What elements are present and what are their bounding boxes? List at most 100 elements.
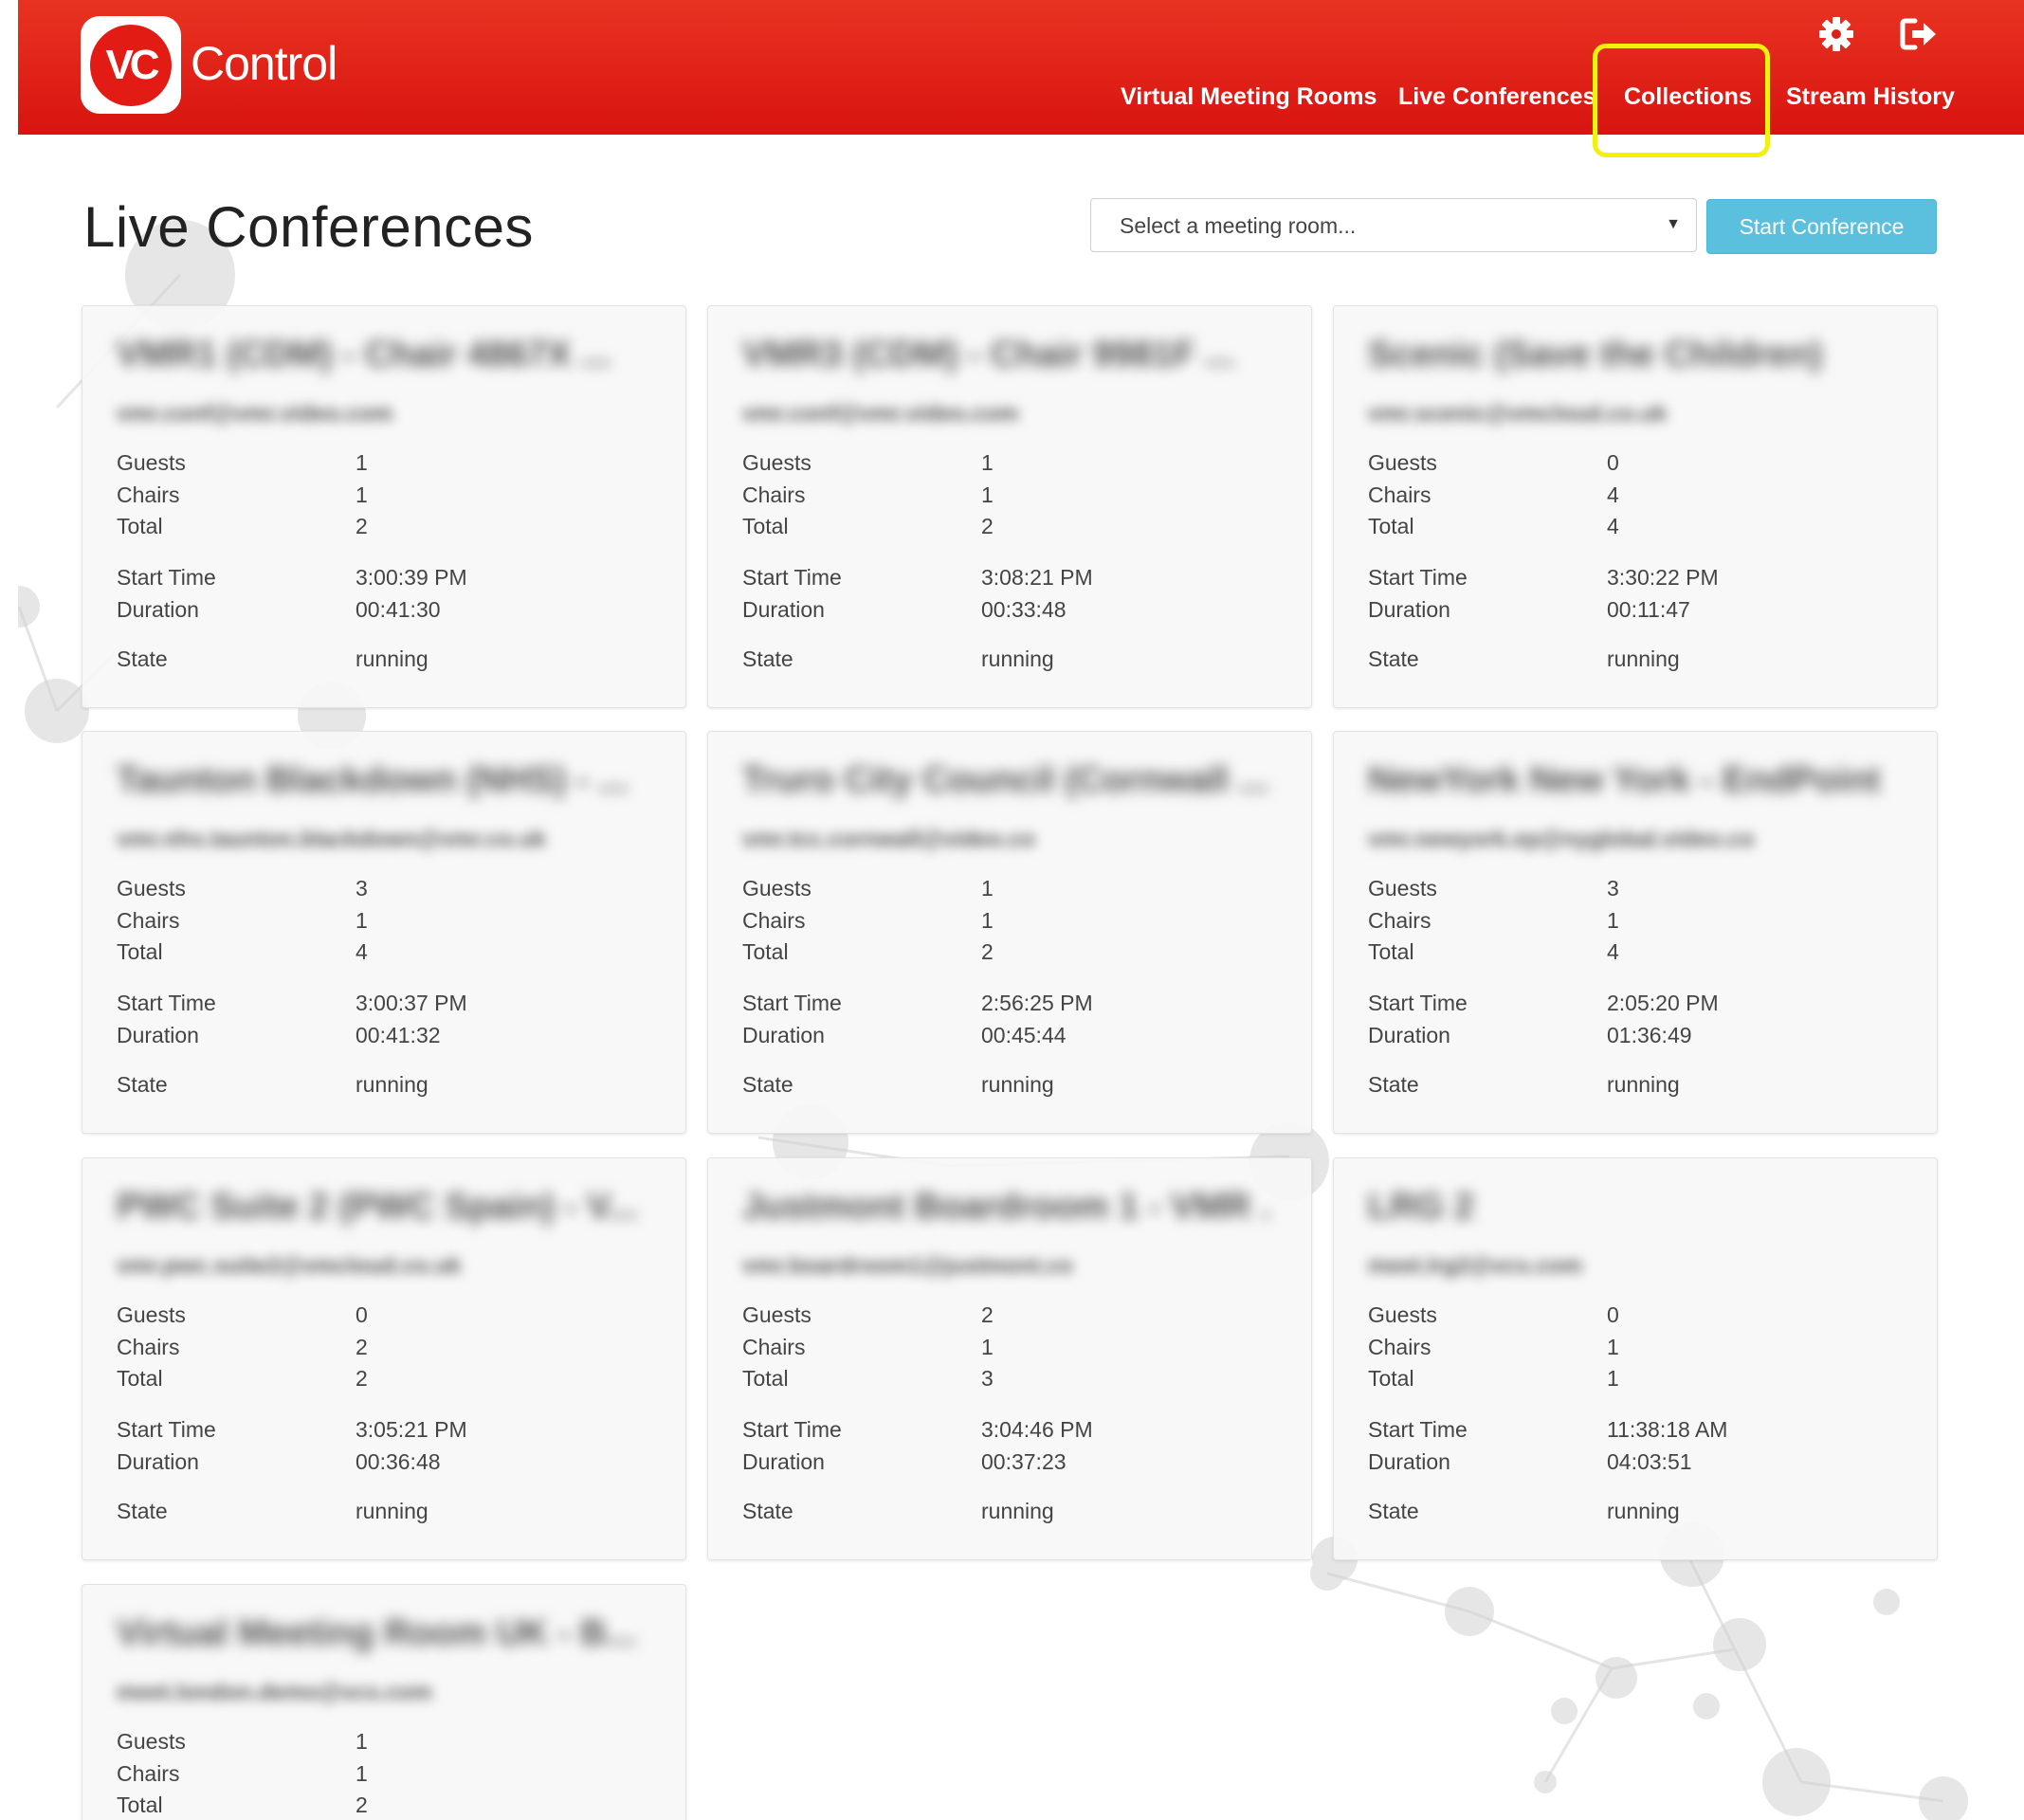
conference-title: NewYork New York - EndPoint	[1368, 760, 1881, 800]
total-value: 2	[356, 514, 368, 538]
state-label: State	[117, 1499, 168, 1523]
start-time-value: 3:00:37 PM	[356, 991, 467, 1015]
conference-address: vmr.newyork.ep@nyglobal.video.co	[1368, 827, 1755, 852]
conference-card[interactable]: Virtual Meeting Room UK - B... meet.lond…	[82, 1584, 686, 1820]
duration-value: 00:41:30	[356, 597, 441, 622]
guests-value: 3	[1607, 876, 1619, 901]
state-value: running	[1607, 646, 1680, 671]
select-placeholder: Select a meeting room...	[1120, 213, 1357, 238]
conference-address: vmr.nhs.taunton.blackdown@vmr.co.uk	[117, 827, 546, 852]
total-label: Total	[742, 514, 789, 538]
start-time-label: Start Time	[1368, 565, 1468, 590]
total-value: 1	[1607, 1366, 1619, 1391]
start-time-label: Start Time	[1368, 991, 1468, 1015]
collections-highlight-box	[1593, 44, 1770, 157]
conference-card[interactable]: PWC Suite 2 (PWC Spain) - V... vmr.pwc.s…	[82, 1157, 686, 1560]
start-time-label: Start Time	[742, 565, 842, 590]
conference-title: Scenic (Save the Children)	[1368, 335, 1823, 374]
state-label: State	[1368, 646, 1419, 671]
conference-address: meet.london.demo@vcs.com	[117, 1680, 432, 1705]
meeting-room-select[interactable]: Select a meeting room... ▼	[1090, 198, 1697, 252]
start-time-value: 2:56:25 PM	[981, 991, 1093, 1015]
conference-address: vmr.boardroom1@justmont.co	[742, 1253, 1073, 1279]
total-label: Total	[1368, 1366, 1414, 1391]
guests-label: Guests	[117, 1729, 186, 1754]
guests-value: 1	[981, 450, 994, 475]
duration-label: Duration	[1368, 1023, 1450, 1047]
chairs-value: 1	[981, 482, 994, 507]
total-label: Total	[1368, 514, 1414, 538]
left-margin	[0, 0, 18, 1820]
start-conference-button[interactable]: Start Conference	[1706, 199, 1937, 254]
conference-card[interactable]: NewYork New York - EndPoint vmr.newyork.…	[1333, 731, 1938, 1134]
logo-mark: VC	[90, 25, 172, 106]
duration-label: Duration	[117, 597, 199, 622]
total-value: 2	[356, 1366, 368, 1391]
state-label: State	[742, 646, 793, 671]
logout-icon[interactable]	[1900, 15, 1938, 53]
state-label: State	[117, 646, 168, 671]
conference-title: VMR3 (CDM) - Chair 9981F ...	[742, 335, 1235, 374]
total-value: 2	[356, 1793, 368, 1817]
duration-label: Duration	[742, 1449, 825, 1474]
nav-stream-history[interactable]: Stream History	[1786, 83, 1955, 111]
duration-label: Duration	[742, 597, 825, 622]
total-label: Total	[117, 939, 163, 964]
chairs-label: Chairs	[742, 1335, 806, 1359]
duration-label: Duration	[742, 1023, 825, 1047]
chevron-down-icon: ▼	[1666, 216, 1681, 232]
state-value: running	[981, 1499, 1054, 1523]
state-label: State	[742, 1072, 793, 1097]
guests-label: Guests	[1368, 450, 1437, 475]
app-logo[interactable]: VC	[81, 16, 181, 114]
conference-title: Virtual Meeting Room UK - B...	[117, 1613, 637, 1653]
state-value: running	[1607, 1499, 1680, 1523]
duration-value: 00:36:48	[356, 1449, 441, 1474]
total-label: Total	[117, 1793, 163, 1817]
chairs-value: 1	[356, 908, 368, 933]
chairs-label: Chairs	[117, 482, 180, 507]
guests-label: Guests	[742, 876, 811, 901]
guests-label: Guests	[742, 1302, 811, 1327]
total-label: Total	[742, 939, 789, 964]
chairs-value: 1	[981, 1335, 994, 1359]
chairs-value: 2	[356, 1335, 368, 1359]
gear-icon[interactable]	[1817, 15, 1855, 53]
start-time-value: 3:30:22 PM	[1607, 565, 1719, 590]
duration-label: Duration	[117, 1449, 199, 1474]
guests-label: Guests	[117, 1302, 186, 1327]
conference-title: VMR1 (CDM) - Chair 4867X ...	[117, 335, 611, 374]
conference-card[interactable]: Scenic (Save the Children) vmr.scenic@vm…	[1333, 305, 1938, 708]
total-value: 2	[981, 939, 994, 964]
total-value: 4	[356, 939, 368, 964]
nav-virtual-meeting-rooms[interactable]: Virtual Meeting Rooms	[1121, 83, 1377, 111]
conference-address: vmr.scenic@vmcloud.co.uk	[1368, 401, 1668, 427]
conference-card[interactable]: VMR3 (CDM) - Chair 9981F ... vmr.conf@vm…	[707, 305, 1312, 708]
start-time-label: Start Time	[117, 1417, 216, 1442]
nav-live-conferences[interactable]: Live Conferences	[1398, 83, 1595, 111]
guests-value: 0	[1607, 450, 1619, 475]
conference-card[interactable]: Justmont Boardroom 1 - VMR ... vmr.board…	[707, 1157, 1312, 1560]
conference-address: vmr.pwc.suite2@vmcloud.co.uk	[117, 1253, 462, 1279]
duration-value: 00:41:32	[356, 1023, 441, 1047]
state-value: running	[356, 646, 429, 671]
conference-address: vmr.conf@vmr.video.com	[742, 401, 1019, 427]
duration-value: 00:45:44	[981, 1023, 1067, 1047]
total-value: 4	[1607, 514, 1619, 538]
guests-label: Guests	[1368, 876, 1437, 901]
conference-card[interactable]: Truro City Council (Cornwall ... vmr.tcc…	[707, 731, 1312, 1134]
state-value: running	[356, 1072, 429, 1097]
conference-address: vmr.conf@vmr.video.com	[117, 401, 393, 427]
chairs-value: 4	[1607, 482, 1619, 507]
conference-card[interactable]: LRG 2 meet.lrg2@vcs.com Guests 0 Chairs …	[1333, 1157, 1938, 1560]
guests-label: Guests	[1368, 1302, 1437, 1327]
state-value: running	[1607, 1072, 1680, 1097]
chairs-value: 1	[981, 908, 994, 933]
start-time-label: Start Time	[742, 1417, 842, 1442]
start-time-value: 3:05:21 PM	[356, 1417, 467, 1442]
conference-card[interactable]: VMR1 (CDM) - Chair 4867X ... vmr.conf@vm…	[82, 305, 686, 708]
start-time-value: 11:38:18 AM	[1607, 1417, 1728, 1442]
guests-value: 1	[356, 450, 368, 475]
conference-card[interactable]: Taunton Blackdown (NHS) - ... vmr.nhs.ta…	[82, 731, 686, 1134]
start-time-label: Start Time	[117, 991, 216, 1015]
